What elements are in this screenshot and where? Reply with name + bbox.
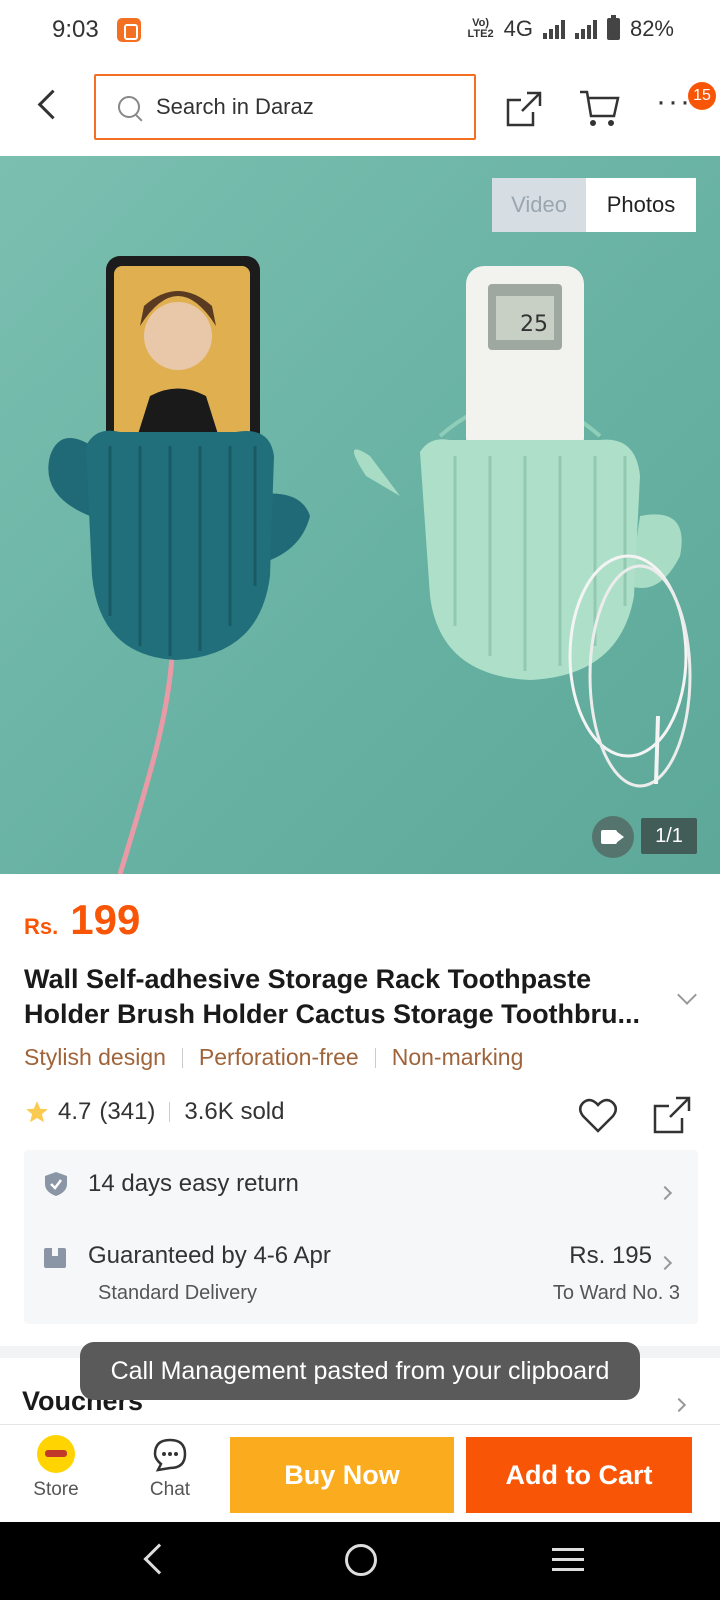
nav-recents-icon[interactable] [552, 1548, 584, 1572]
delivery-box-icon [44, 1248, 66, 1268]
add-to-cart-button[interactable]: Add to Cart [466, 1437, 692, 1513]
tab-photos[interactable]: Photos [586, 178, 696, 232]
nav-home-icon[interactable] [345, 1544, 377, 1576]
delivery-guarantee: Guaranteed by 4-6 Apr [88, 1242, 331, 1269]
tag-stylish-design: Stylish design [24, 1044, 166, 1070]
tag-divider [181, 1047, 183, 1068]
rating-row[interactable]: 4.7 (341) 3.6K sold [24, 1098, 284, 1126]
chat-icon [153, 1438, 187, 1472]
share-icon[interactable] [505, 90, 543, 128]
delivery-destination[interactable]: To Ward No. 3 [553, 1282, 680, 1305]
network-type: 4G [503, 16, 533, 41]
tag-perforation-free: Perforation-free [198, 1044, 359, 1070]
price-currency: Rs. [24, 914, 59, 939]
header: Search in Daraz ··· [0, 62, 720, 154]
tag-divider [374, 1047, 376, 1068]
chat-label: Chat [149, 1479, 191, 1500]
cart-badge: 15 [688, 82, 716, 110]
star-icon [26, 1101, 48, 1123]
battery-percent: 82% [629, 16, 674, 41]
video-camera-icon[interactable] [592, 816, 634, 858]
image-counter: 1/1 [641, 818, 697, 854]
return-policy-row[interactable]: 14 days easy return [44, 1170, 299, 1198]
product-image[interactable]: 25 Video Photos 1/1 [0, 156, 720, 874]
chevron-right-icon[interactable] [671, 1397, 687, 1413]
search-placeholder: Search in Daraz [156, 94, 314, 119]
buy-now-button[interactable]: Buy Now [230, 1437, 454, 1513]
review-count: (341) [99, 1098, 156, 1125]
sold-count: 3.6K sold [184, 1098, 285, 1125]
product-title[interactable]: Wall Self-adhesive Storage Rack Toothpas… [24, 962, 664, 1032]
store-button[interactable]: Store [20, 1435, 92, 1515]
feature-tags: Stylish design Perforation-free Non-mark… [24, 1044, 523, 1071]
system-nav-bar [0, 1522, 720, 1600]
delivery-type: Standard Delivery [98, 1282, 257, 1304]
back-icon[interactable] [30, 88, 66, 124]
product-photo: 25 [48, 256, 692, 874]
bottom-action-bar: Store Chat Buy Now Add to Cart [0, 1424, 720, 1522]
battery-icon [606, 15, 620, 40]
shield-icon [45, 1172, 67, 1196]
store-logo-icon [37, 1435, 75, 1473]
status-indicators: Vo) LTE2 4G 82% [467, 15, 674, 42]
price: Rs. 199 [24, 896, 140, 944]
return-policy-text: 14 days easy return [88, 1170, 299, 1197]
tab-video[interactable]: Video [492, 178, 586, 232]
search-input[interactable]: Search in Daraz [94, 74, 476, 140]
signal-icon-2 [574, 19, 597, 39]
store-label: Store [33, 1479, 79, 1500]
delivery-fee: Rs. 195 [569, 1242, 652, 1269]
volte-icon: Vo) LTE2 [467, 17, 494, 40]
svg-text:25: 25 [520, 312, 548, 337]
nav-back-icon[interactable] [143, 1543, 175, 1575]
heart-icon[interactable] [578, 1098, 618, 1134]
search-icon [118, 96, 140, 118]
cart-icon[interactable] [578, 88, 622, 128]
clipboard-toast: Call Management pasted from your clipboa… [80, 1342, 640, 1400]
status-time: 9:03 [52, 16, 99, 43]
media-toggle: Video Photos [492, 178, 696, 232]
chat-button[interactable]: Chat [134, 1435, 206, 1515]
chevron-right-icon[interactable] [657, 1185, 673, 1201]
tag-non-marking: Non-marking [391, 1044, 524, 1070]
share-icon[interactable] [652, 1095, 692, 1135]
service-info: 14 days easy return Guaranteed by 4-6 Ap… [24, 1150, 698, 1324]
chevron-down-icon[interactable] [677, 985, 697, 1005]
price-value: 199 [70, 896, 141, 943]
rating-divider [169, 1102, 171, 1122]
chevron-right-icon[interactable] [657, 1255, 673, 1271]
status-bar: 9:03 Vo) LTE2 4G 82% [0, 0, 720, 62]
signal-icon [542, 19, 565, 39]
daraz-notification-icon [117, 18, 141, 42]
rating-value: 4.7 [58, 1098, 92, 1125]
